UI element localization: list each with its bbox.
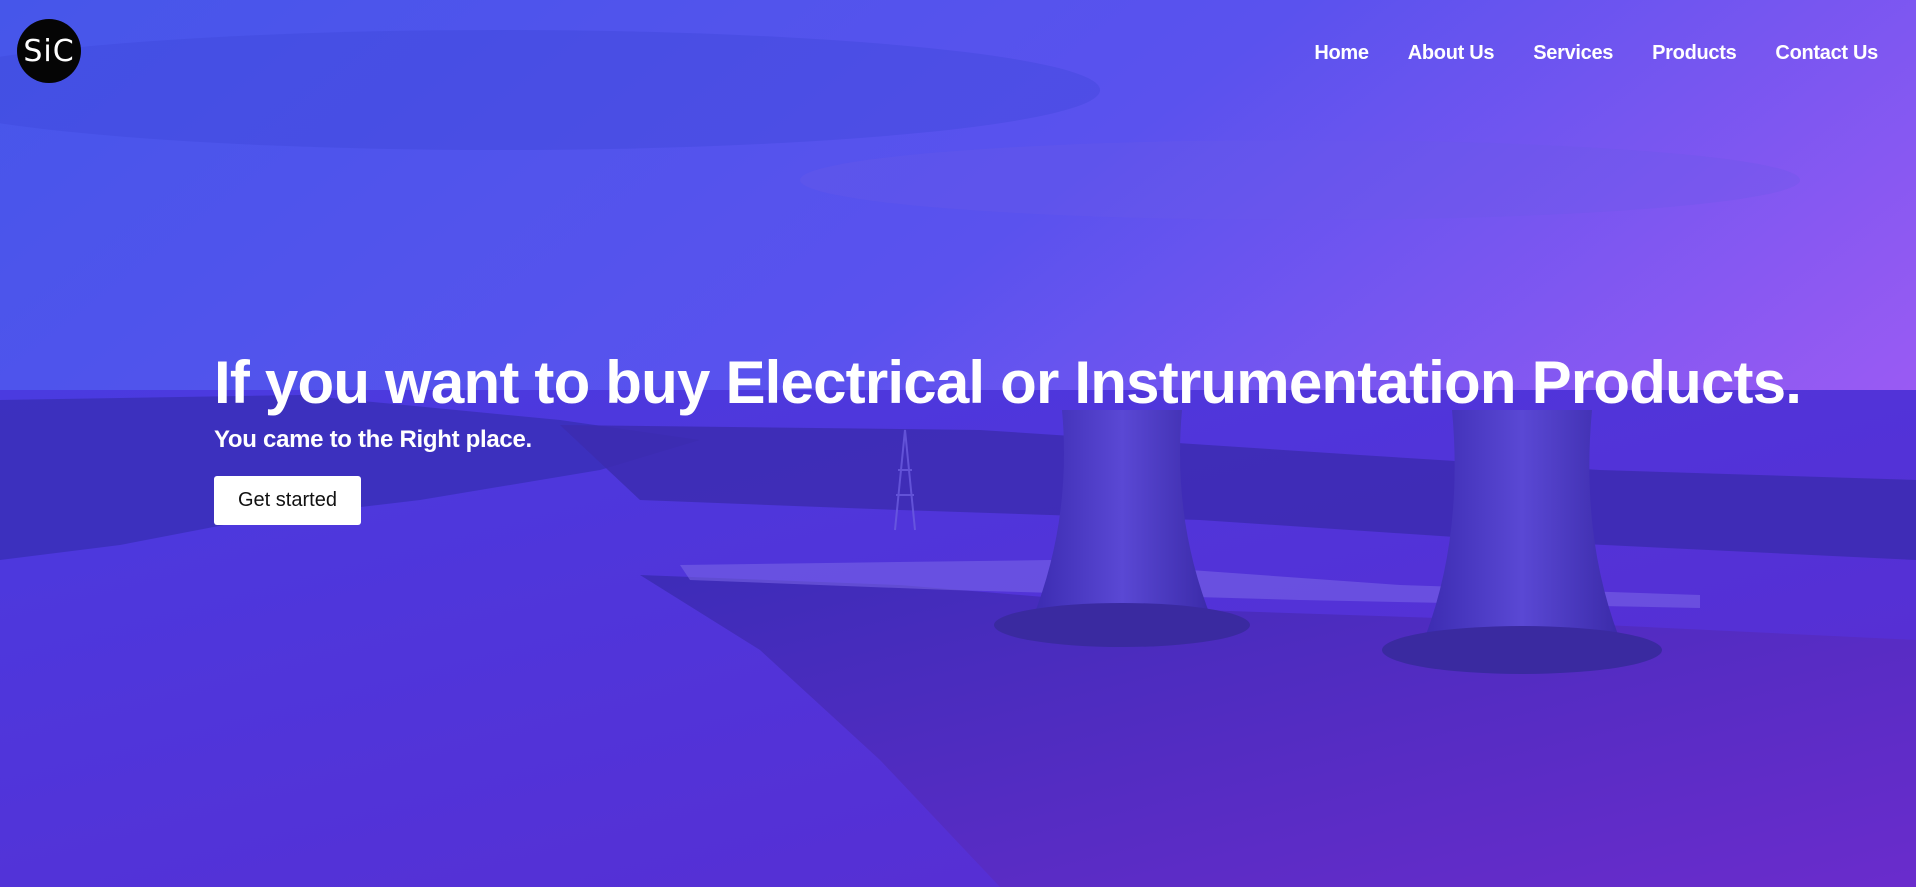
- nav-link-home[interactable]: Home: [1314, 42, 1369, 65]
- hero-subheadline: You came to the Right place.: [214, 426, 532, 453]
- site-header: SiC Home About Us Services Products Cont…: [0, 0, 1916, 110]
- hero-headline: If you want to buy Electrical or Instrum…: [214, 349, 1802, 416]
- nav-link-products[interactable]: Products: [1652, 42, 1737, 65]
- nav-link-about-us[interactable]: About Us: [1408, 42, 1495, 65]
- hero-content: If you want to buy Electrical or Instrum…: [214, 348, 1802, 525]
- site-logo[interactable]: SiC: [17, 19, 81, 83]
- logo-text: SiC: [23, 33, 75, 69]
- main-navigation: Home About Us Services Products Contact …: [1314, 42, 1878, 65]
- hero-section: SiC Home About Us Services Products Cont…: [0, 0, 1916, 887]
- nav-link-services[interactable]: Services: [1533, 42, 1613, 65]
- nav-link-contact-us[interactable]: Contact Us: [1775, 42, 1878, 65]
- get-started-button[interactable]: Get started: [214, 476, 361, 525]
